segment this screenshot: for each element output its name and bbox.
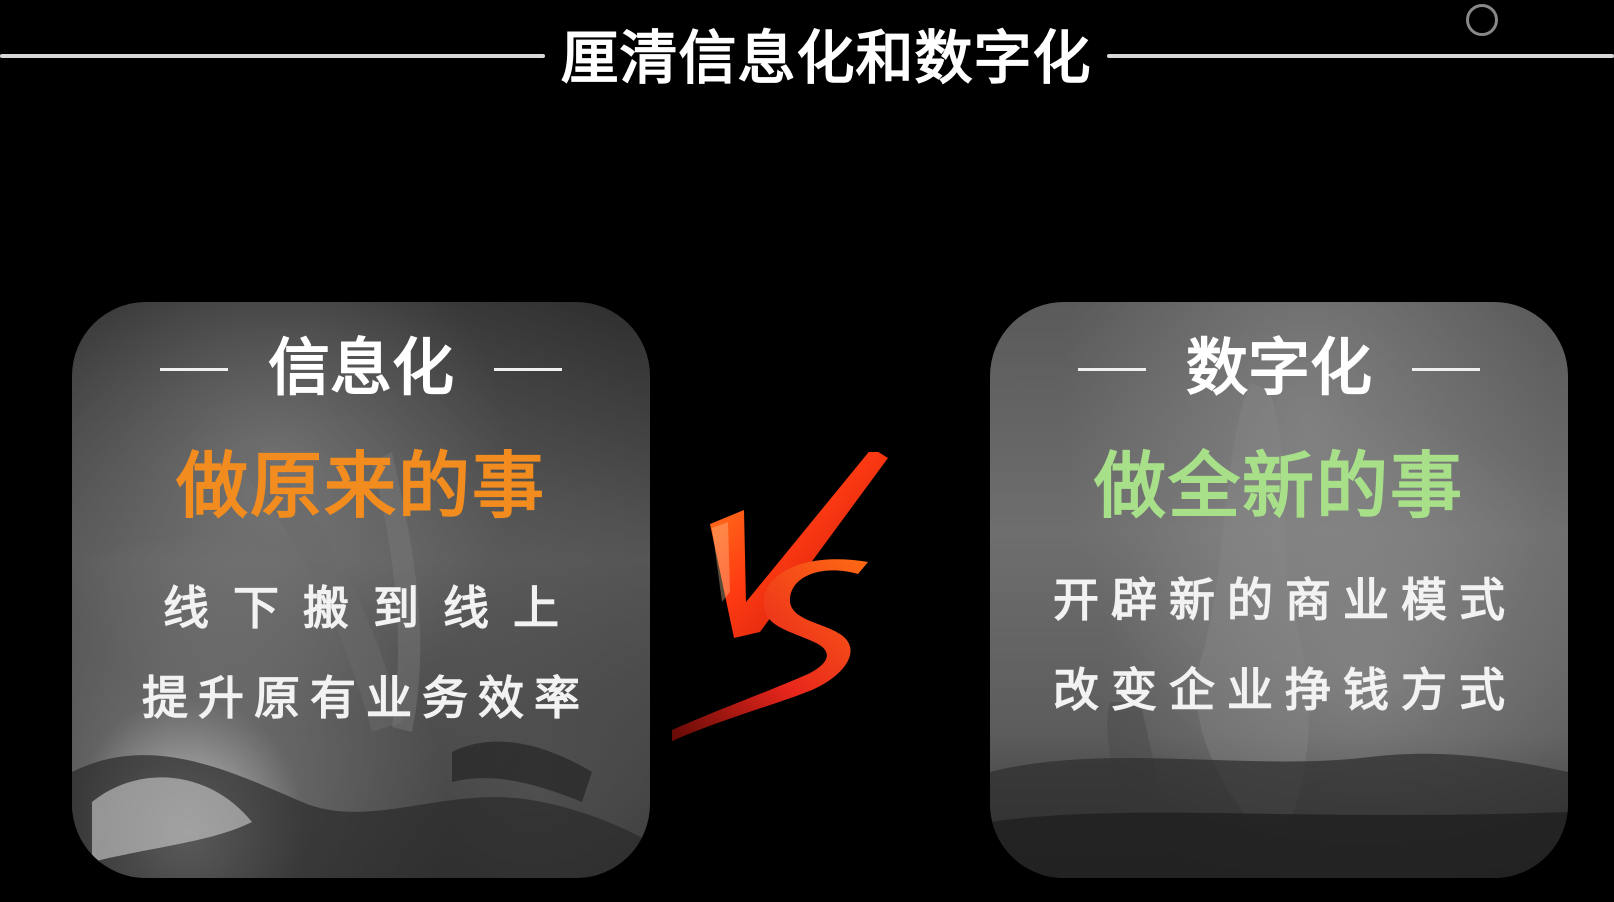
slide-title: 厘清信息化和数字化 <box>560 24 1092 92</box>
card-main-text: 做原来的事 <box>175 443 546 528</box>
slide: 厘清信息化和数字化 信息化 做原来的事 线下搬到线上 提升原有业务效率 数字化 … <box>0 0 1614 902</box>
vs-icon <box>672 452 888 742</box>
card-line-2: 提升原有业务效率 <box>142 671 590 725</box>
card-main-text: 做全新的事 <box>1093 443 1464 528</box>
heading-dash-right <box>494 368 562 371</box>
title-rule-left <box>0 54 545 58</box>
card-heading-text: 信息化 <box>267 331 454 404</box>
card-heading: 信息化 <box>72 330 650 406</box>
card-line-2: 改变企业挣钱方式 <box>1053 663 1517 717</box>
title-rule-right <box>1107 54 1614 58</box>
heading-dash-left <box>160 368 228 371</box>
heading-dash-right <box>1412 368 1480 371</box>
corner-circle-icon <box>1466 4 1498 36</box>
card-line-1: 线下搬到线上 <box>163 581 583 635</box>
card-heading-text: 数字化 <box>1185 331 1372 404</box>
card-heading: 数字化 <box>990 330 1568 406</box>
card-line-1: 开辟新的商业模式 <box>1053 573 1517 627</box>
digitalization-card: 数字化 做全新的事 开辟新的商业模式 改变企业挣钱方式 <box>990 302 1568 878</box>
informatization-card: 信息化 做原来的事 线下搬到线上 提升原有业务效率 <box>72 302 650 878</box>
heading-dash-left <box>1078 368 1146 371</box>
title-row: 厘清信息化和数字化 <box>0 4 1614 98</box>
